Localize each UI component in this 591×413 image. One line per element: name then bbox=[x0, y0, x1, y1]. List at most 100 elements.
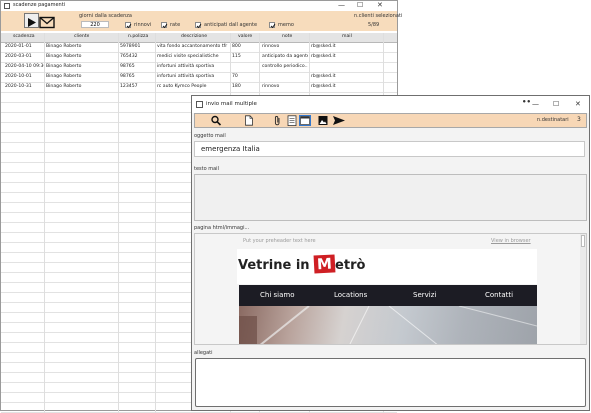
testo-label: testo mail bbox=[194, 166, 219, 172]
send-icon bbox=[333, 116, 345, 125]
attach-button[interactable] bbox=[272, 115, 282, 126]
filter-toolbar: giorni dalla scadenza 220 rinnovi rate a… bbox=[1, 11, 402, 31]
cell-scadenza: 2020-10-01 bbox=[5, 74, 32, 79]
newsletter-nav: Chi siamo Locations Servizi Contatti bbox=[239, 285, 537, 306]
table-row[interactable]: 2020-04-10 09:30 Binago Roberto 98765 in… bbox=[1, 63, 397, 73]
cell-descrizione: vita fondo accantonamento tfr bbox=[157, 44, 228, 49]
cell-note: rinnovo bbox=[262, 44, 280, 49]
check-icon bbox=[196, 23, 202, 29]
search-icon bbox=[211, 115, 222, 126]
col-scadenza[interactable]: scadenza bbox=[13, 33, 35, 41]
anticipati-checkbox[interactable] bbox=[195, 22, 202, 29]
web-page-icon bbox=[300, 116, 310, 125]
new-document-button[interactable] bbox=[243, 115, 255, 126]
table-row[interactable]: 2020-10-01 Binago Roberto 98765 infortun… bbox=[1, 73, 397, 83]
preview-scrollbar[interactable] bbox=[580, 234, 586, 344]
table-row[interactable]: 2020-03-01 Binago Roberto 765432 medici … bbox=[1, 53, 397, 63]
allegati-label: allegati bbox=[194, 350, 213, 356]
scrollbar-thumb[interactable] bbox=[581, 235, 585, 247]
cell-cliente: Binago Roberto bbox=[46, 84, 82, 89]
play-icon bbox=[28, 18, 36, 27]
table-row[interactable]: 2020-01-01 Binago Roberto 5978901 vita f… bbox=[1, 43, 397, 53]
cell-descrizione: rc auto Kymco People bbox=[157, 84, 207, 89]
nav-locations[interactable]: Locations bbox=[334, 291, 367, 299]
cell-note: anticipato da agente bbox=[262, 54, 308, 59]
close-button[interactable]: ✕ bbox=[575, 100, 581, 109]
col-valore[interactable]: valore bbox=[238, 33, 252, 41]
view-in-browser-link[interactable]: View in browser bbox=[491, 238, 531, 244]
check-icon bbox=[162, 23, 168, 29]
maximize-button[interactable]: ☐ bbox=[553, 100, 559, 109]
paperclip-icon bbox=[274, 116, 279, 126]
cell-scadenza: 2020-01-01 bbox=[5, 44, 32, 49]
minimize-button[interactable]: — bbox=[532, 100, 539, 109]
hero-photo bbox=[239, 305, 538, 344]
cell-polizza: 765432 bbox=[120, 54, 138, 59]
cell-note: controllo periodico... bbox=[262, 64, 308, 69]
window-title: invio mail multiple bbox=[206, 101, 257, 107]
cell-valore: 800 bbox=[232, 44, 241, 49]
rinnovi-checkbox[interactable] bbox=[125, 22, 132, 29]
selected-value: 5/89 bbox=[368, 22, 380, 28]
cell-descrizione: infortuni attività sportiva bbox=[157, 74, 215, 79]
cell-polizza: 5978901 bbox=[120, 44, 141, 49]
rate-checkbox[interactable] bbox=[161, 22, 168, 29]
cell-scadenza: 2020-10-31 bbox=[5, 84, 32, 89]
check-icon bbox=[270, 23, 276, 29]
search-button[interactable] bbox=[209, 115, 223, 126]
col-descrizione[interactable]: descrizione bbox=[181, 33, 207, 41]
cell-valore: 70 bbox=[232, 74, 238, 79]
selected-label: n.clienti selezionati bbox=[354, 13, 403, 19]
col-note[interactable]: note bbox=[282, 33, 292, 41]
mail-button[interactable] bbox=[39, 14, 55, 29]
memo-label: memo bbox=[278, 22, 294, 28]
cell-polizza: 98765 bbox=[120, 74, 135, 79]
oggetto-value: emergenza Italia bbox=[201, 145, 260, 153]
nav-chi-siamo[interactable]: Chi siamo bbox=[260, 291, 294, 299]
col-cliente[interactable]: cliente bbox=[74, 33, 89, 41]
brand-logo: M bbox=[313, 254, 336, 274]
pin-icon[interactable]: •• bbox=[522, 98, 531, 106]
memo-checkbox[interactable] bbox=[269, 22, 276, 29]
oggetto-input[interactable]: emergenza Italia bbox=[194, 141, 585, 157]
cell-scadenza: 2020-03-01 bbox=[5, 54, 32, 59]
column-divider bbox=[118, 33, 119, 413]
cell-valore: 180 bbox=[232, 84, 241, 89]
app-icon bbox=[4, 3, 10, 9]
play-button[interactable] bbox=[24, 13, 39, 28]
text-document-button[interactable] bbox=[286, 115, 297, 127]
anticipati-label: anticipati dall agente bbox=[204, 22, 258, 28]
nav-contatti[interactable]: Contatti bbox=[485, 291, 513, 299]
html-preview[interactable]: Put your preheader text here View in bro… bbox=[194, 233, 587, 345]
cell-mail: rb@sked.it bbox=[311, 84, 336, 89]
check-icon bbox=[126, 23, 132, 29]
maximize-button[interactable]: ☐ bbox=[357, 1, 363, 10]
nav-servizi[interactable]: Servizi bbox=[413, 291, 436, 299]
cell-note: rinnovo bbox=[262, 84, 280, 89]
html-page-button[interactable] bbox=[299, 115, 311, 126]
cell-valore: 115 bbox=[232, 54, 241, 59]
col-mail[interactable]: mail bbox=[342, 33, 352, 41]
allegati-list[interactable] bbox=[195, 358, 586, 407]
send-button[interactable] bbox=[332, 115, 346, 126]
brand-suffix: etrò bbox=[335, 258, 366, 273]
image-icon bbox=[318, 116, 327, 125]
oggetto-label: oggetto mail bbox=[194, 133, 226, 139]
close-button[interactable]: ✕ bbox=[377, 1, 383, 10]
dialog-toolbar: n.destinatari 3 bbox=[194, 113, 587, 128]
table-row[interactable]: 2020-10-31 Binago Roberto 123457 rc auto… bbox=[1, 83, 397, 93]
image-button[interactable] bbox=[317, 115, 328, 126]
hero-image bbox=[239, 305, 538, 344]
testo-textarea[interactable] bbox=[194, 174, 587, 221]
rinnovi-label: rinnovi bbox=[134, 22, 152, 28]
cell-cliente: Binago Roberto bbox=[46, 64, 82, 69]
destinatari-count: 3 bbox=[577, 116, 581, 123]
col-polizza[interactable]: n.polizza bbox=[128, 33, 148, 41]
table-header: scadenza cliente n.polizza descrizione v… bbox=[1, 33, 397, 43]
title-bar: invio mail multiple •• — ☐ ✕ bbox=[192, 96, 589, 113]
minimize-button[interactable]: — bbox=[338, 1, 345, 10]
cell-scadenza: 2020-04-10 09:30 bbox=[5, 64, 45, 69]
giorni-input[interactable]: 220 bbox=[81, 21, 109, 28]
cell-cliente: Binago Roberto bbox=[46, 74, 82, 79]
cell-mail: rb@sked.it bbox=[311, 54, 336, 59]
